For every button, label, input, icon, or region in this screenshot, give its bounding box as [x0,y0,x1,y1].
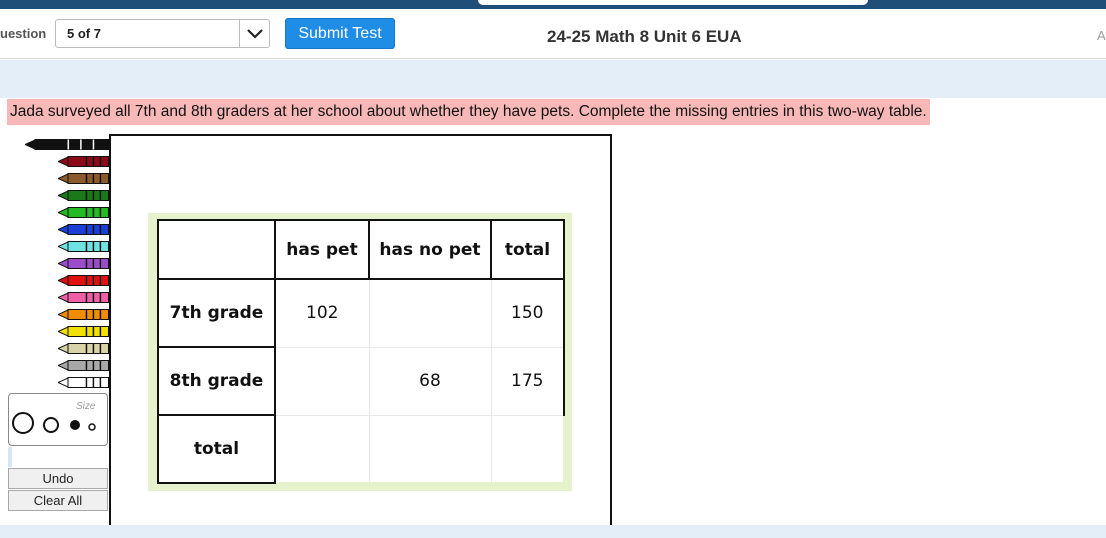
crayon[interactable] [58,309,109,320]
question-select-value: 5 of 7 [67,26,101,41]
row-label-7th: 7th grade [157,278,276,348]
cell-8th-total: 175 [490,346,565,416]
clear-all-button[interactable]: Clear All [8,490,108,511]
crayon[interactable] [58,275,109,286]
crayon[interactable] [58,258,109,269]
crayon[interactable] [58,190,109,201]
top-bar [0,0,1106,9]
crayon[interactable] [58,326,109,337]
crayon[interactable] [58,207,109,218]
cell-7th-has-no-pet-input[interactable] [368,278,492,348]
cell-7th-total: 150 [490,278,565,348]
cell-8th-has-pet-input[interactable] [274,346,370,416]
cell-total-has-no-pet-input[interactable] [368,414,492,484]
footer-band [0,525,1106,538]
two-way-table: has pet has no pet total 7th grade 102 1… [157,219,565,484]
crayon[interactable] [58,377,109,388]
header-total: total [490,219,565,280]
crayon[interactable] [58,156,109,167]
header-right-text: A [1097,28,1106,43]
header-has-no-pet: has no pet [368,219,492,280]
crayon-selected[interactable] [25,139,109,150]
chevron-down-icon[interactable] [239,20,269,47]
brush-size-small[interactable] [88,423,96,431]
row-label-total: total [157,414,276,484]
test-title: 24-25 Math 8 Unit 6 EUA [547,27,742,46]
row-label-8th: 8th grade [157,346,276,416]
crayon[interactable] [58,173,109,184]
question-label: uestion [0,26,47,41]
crayon[interactable] [58,241,109,252]
crayon[interactable] [58,360,109,371]
crayon[interactable] [58,343,109,354]
header-has-pet: has pet [274,219,370,280]
cell-7th-has-pet: 102 [274,278,370,348]
cell-8th-has-no-pet: 68 [368,346,492,416]
question-prompt: Jada surveyed all 7th and 8th graders at… [7,99,930,125]
brush-size-picker: Size [8,393,108,446]
cell-total-has-pet-input[interactable] [274,414,370,484]
crayon[interactable] [58,292,109,303]
color-input[interactable] [8,447,12,467]
crayon[interactable] [58,224,109,235]
submit-test-button[interactable]: Submit Test [285,18,395,49]
header-corner [157,219,276,280]
brush-size-medium[interactable] [70,420,80,430]
brush-size-large[interactable] [43,417,59,433]
question-select[interactable]: 5 of 7 [55,19,270,48]
cell-total-total-input[interactable] [490,414,565,484]
brush-size-xlarge[interactable] [12,412,34,434]
top-bar-tab [478,0,868,5]
info-band [0,60,1106,98]
undo-button[interactable]: Undo [8,468,108,489]
test-header: uestion 5 of 7 Submit Test 24-25 Math 8 … [0,9,1106,59]
